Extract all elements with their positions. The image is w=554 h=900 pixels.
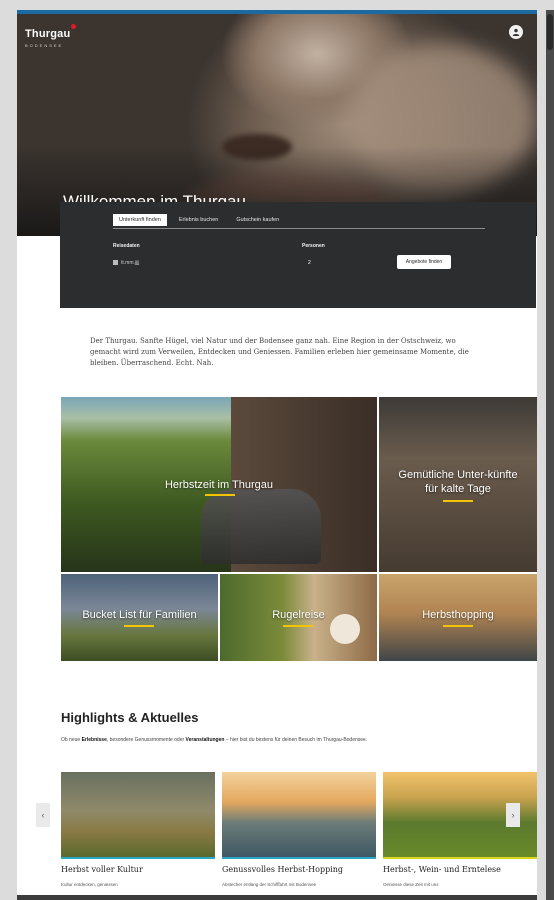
tile-herbstzeit[interactable]: Herbstzeit im Thurgau — [61, 397, 377, 572]
search-button[interactable]: Angebote finden — [397, 255, 451, 269]
tiles-grid: Herbstzeit im Thurgau Gemütliche Unter-k… — [61, 397, 537, 661]
card-subtitle: Kultur entdecken, geniessen — [61, 882, 118, 887]
highlight-card[interactable]: Genussvolles Herbst-Hopping Abstecher en… — [222, 772, 376, 887]
bottom-bar — [17, 895, 537, 900]
card-accent — [222, 857, 376, 859]
desc-text: , besondere Genussmomente oder — [106, 737, 186, 743]
card-title: Herbst-, Wein- und Erntelese — [383, 865, 501, 874]
highlights-description: Ob neue Erlebnisse, besondere Genussmome… — [61, 737, 501, 743]
highlight-card[interactable]: Herbst voller Kultur Kultur entdecken, g… — [61, 772, 215, 887]
desc-text: Ob neue — [61, 737, 82, 743]
tile-label: Gemütliche Unter-künfte für kalte Tage — [398, 469, 518, 495]
card-title: Genussvolles Herbst-Hopping — [222, 865, 344, 874]
card-image — [222, 772, 376, 857]
site-logo[interactable]: Thurgau BODENSEE — [25, 24, 77, 48]
card-subtitle: Geniesse diese Zeit mit uns — [383, 882, 439, 887]
logo-tagline: BODENSEE — [25, 43, 64, 48]
card-title: Herbst voller Kultur — [61, 865, 143, 874]
highlights-title: Highlights & Aktuelles — [61, 710, 199, 725]
date-value: tt.mm.jjjj — [121, 260, 140, 266]
logo-dot-icon — [71, 24, 77, 29]
persons-label: Personen — [302, 243, 325, 249]
tab-gutschein[interactable]: Gutschein kaufen — [230, 214, 285, 226]
card-image — [61, 772, 215, 857]
tile-herbsthopping[interactable]: Herbsthopping — [379, 574, 537, 661]
booking-tabs: Unterkunft finden Erlebnis buchen Gutsch… — [113, 214, 485, 229]
date-field[interactable]: tt.mm.jjjj — [113, 260, 139, 266]
account-icon[interactable] — [509, 25, 523, 39]
carousel-prev-button[interactable]: ‹ — [36, 803, 50, 827]
tab-erlebnis[interactable]: Erlebnis buchen — [173, 214, 224, 226]
highlight-card[interactable]: Herbst-, Wein- und Erntelese Geniesse di… — [383, 772, 537, 887]
tile-bucket-list[interactable]: Bucket List für Familien — [61, 574, 218, 661]
tile-unterkuenfte[interactable]: Gemütliche Unter-künfte für kalte Tage — [379, 397, 537, 572]
tile-underline — [205, 494, 235, 496]
carousel-next-button[interactable]: › — [506, 803, 520, 827]
booking-panel: Unterkunft finden Erlebnis buchen Gutsch… — [60, 202, 536, 308]
tile-image-people — [201, 489, 321, 564]
intro-text: Der Thurgau. Sanfte Hügel, viel Natur un… — [90, 337, 469, 367]
card-accent — [61, 857, 215, 859]
tile-underline — [443, 625, 473, 627]
page: Thurgau BODENSEE Willkommen im Thurgau U… — [17, 10, 537, 900]
date-label: Reisedaten — [113, 243, 140, 249]
scrollbar[interactable] — [546, 10, 554, 900]
scrollbar-thumb[interactable] — [547, 14, 553, 50]
tile-label: Rugelreise — [272, 609, 325, 621]
tile-label: Herbstzeit im Thurgau — [164, 479, 273, 491]
desc-text: – hier bist du bestens für deinen Besuch… — [224, 737, 368, 743]
tile-underline — [124, 625, 154, 627]
tile-label: Bucket List für Familien — [82, 609, 197, 621]
tile-underline — [443, 500, 473, 502]
card-accent — [383, 857, 537, 859]
persons-field[interactable]: 2 — [308, 260, 311, 266]
tile-underline — [283, 625, 313, 627]
desc-link-erlebnisse[interactable]: Erlebnisse — [82, 737, 107, 743]
tab-unterkunft[interactable]: Unterkunft finden — [113, 214, 167, 226]
tile-rugelreise[interactable]: Rugelreise — [220, 574, 377, 661]
desc-link-veranstaltungen[interactable]: Veranstaltungen — [186, 737, 225, 743]
logo-text: Thurgau — [25, 28, 71, 40]
tile-label: Herbsthopping — [422, 609, 494, 621]
calendar-icon — [113, 260, 118, 266]
card-subtitle: Abstecher entlang der Schifffahrt mit Bo… — [222, 882, 317, 887]
user-icon — [512, 28, 520, 36]
